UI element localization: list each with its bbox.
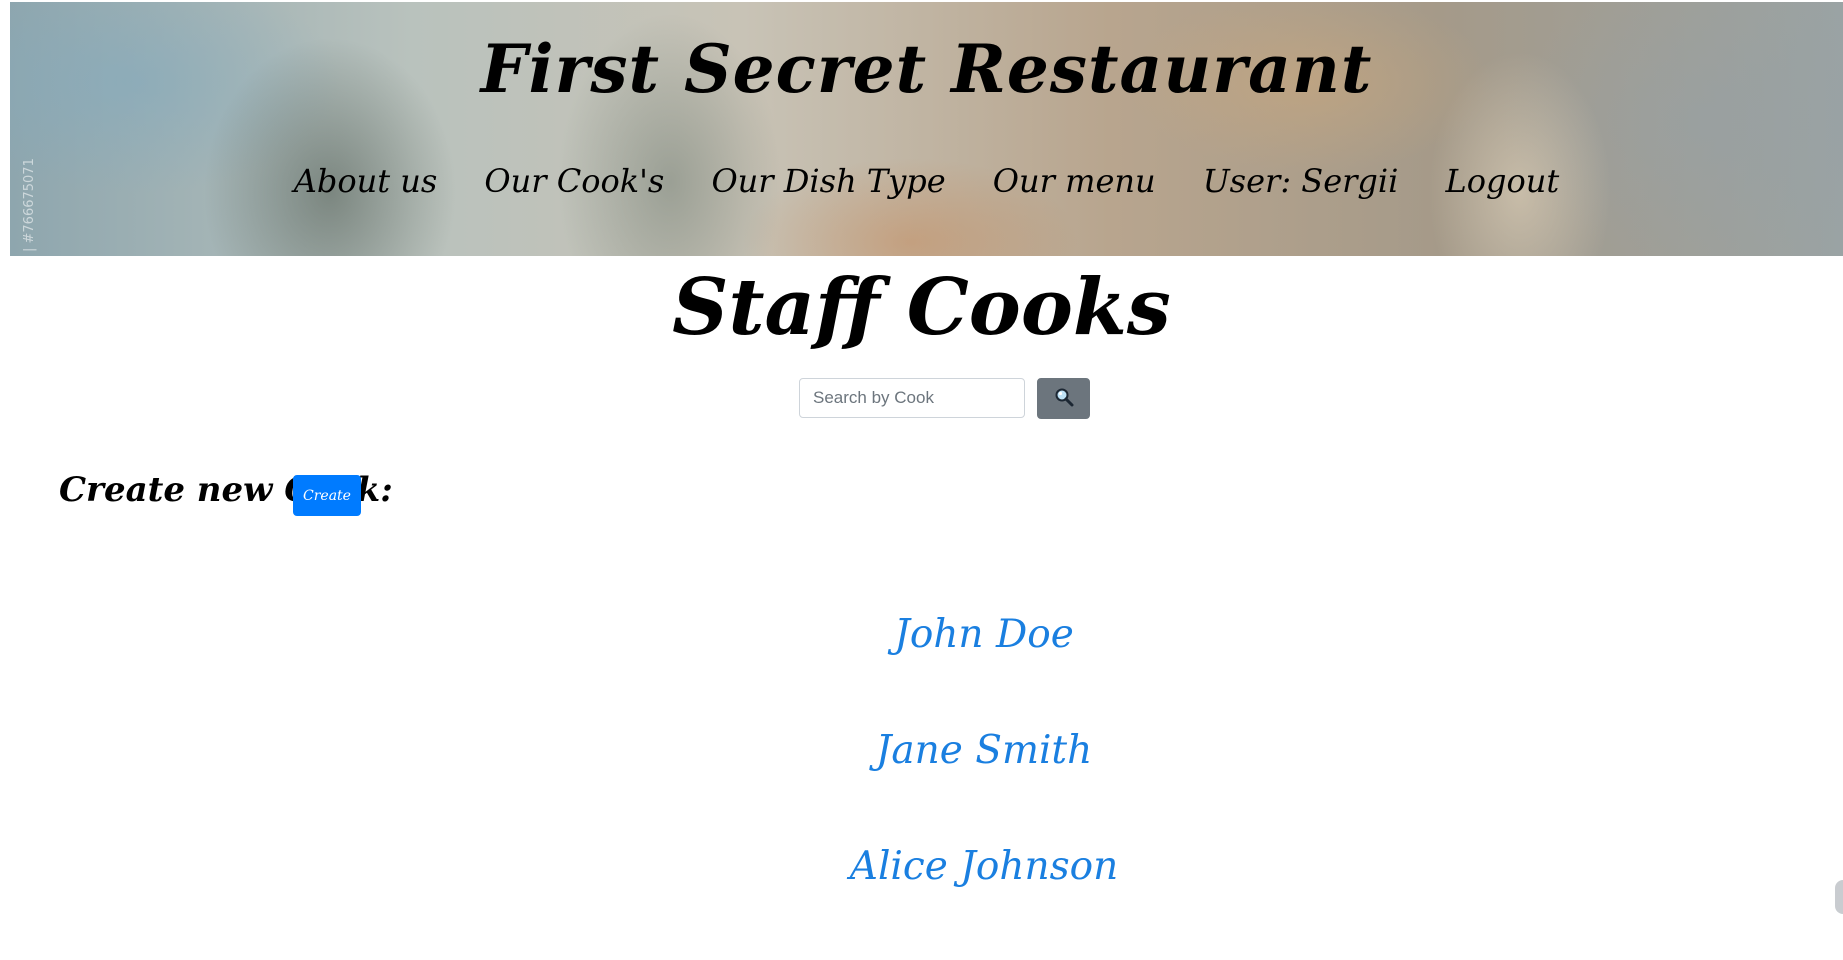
nav-logout[interactable]: Logout bbox=[1445, 162, 1559, 200]
create-cook-button[interactable]: Create bbox=[293, 475, 361, 516]
cook-link[interactable]: Jane Smith bbox=[876, 728, 1092, 773]
nav-our-menu[interactable]: Our menu bbox=[993, 162, 1156, 200]
scrollbar-thumb[interactable] bbox=[1835, 880, 1843, 914]
search-input[interactable] bbox=[799, 378, 1025, 418]
search-button[interactable] bbox=[1037, 378, 1090, 419]
cook-link[interactable]: John Doe bbox=[894, 612, 1074, 657]
list-item: Alice Johnson bbox=[0, 844, 1843, 960]
site-title: First Secret Restaurant bbox=[480, 30, 1373, 108]
nav-our-dish-type[interactable]: Our Dish Type bbox=[711, 162, 945, 200]
header-banner: | #766675071 First Secret Restaurant Abo… bbox=[10, 2, 1843, 256]
cook-list: John Doe Jane Smith Alice Johnson bbox=[0, 612, 1843, 960]
nav-our-cooks[interactable]: Our Cook's bbox=[484, 162, 664, 200]
main-nav: About us Our Cook's Our Dish Type Our me… bbox=[10, 162, 1843, 200]
list-item: Jane Smith bbox=[0, 728, 1843, 844]
page-title: Staff Cooks bbox=[672, 262, 1171, 353]
search-icon bbox=[1054, 387, 1074, 411]
nav-user-profile[interactable]: User: Sergii bbox=[1203, 162, 1399, 200]
cook-link[interactable]: Alice Johnson bbox=[850, 844, 1118, 889]
nav-about-us[interactable]: About us bbox=[294, 162, 438, 200]
list-item: John Doe bbox=[0, 612, 1843, 728]
